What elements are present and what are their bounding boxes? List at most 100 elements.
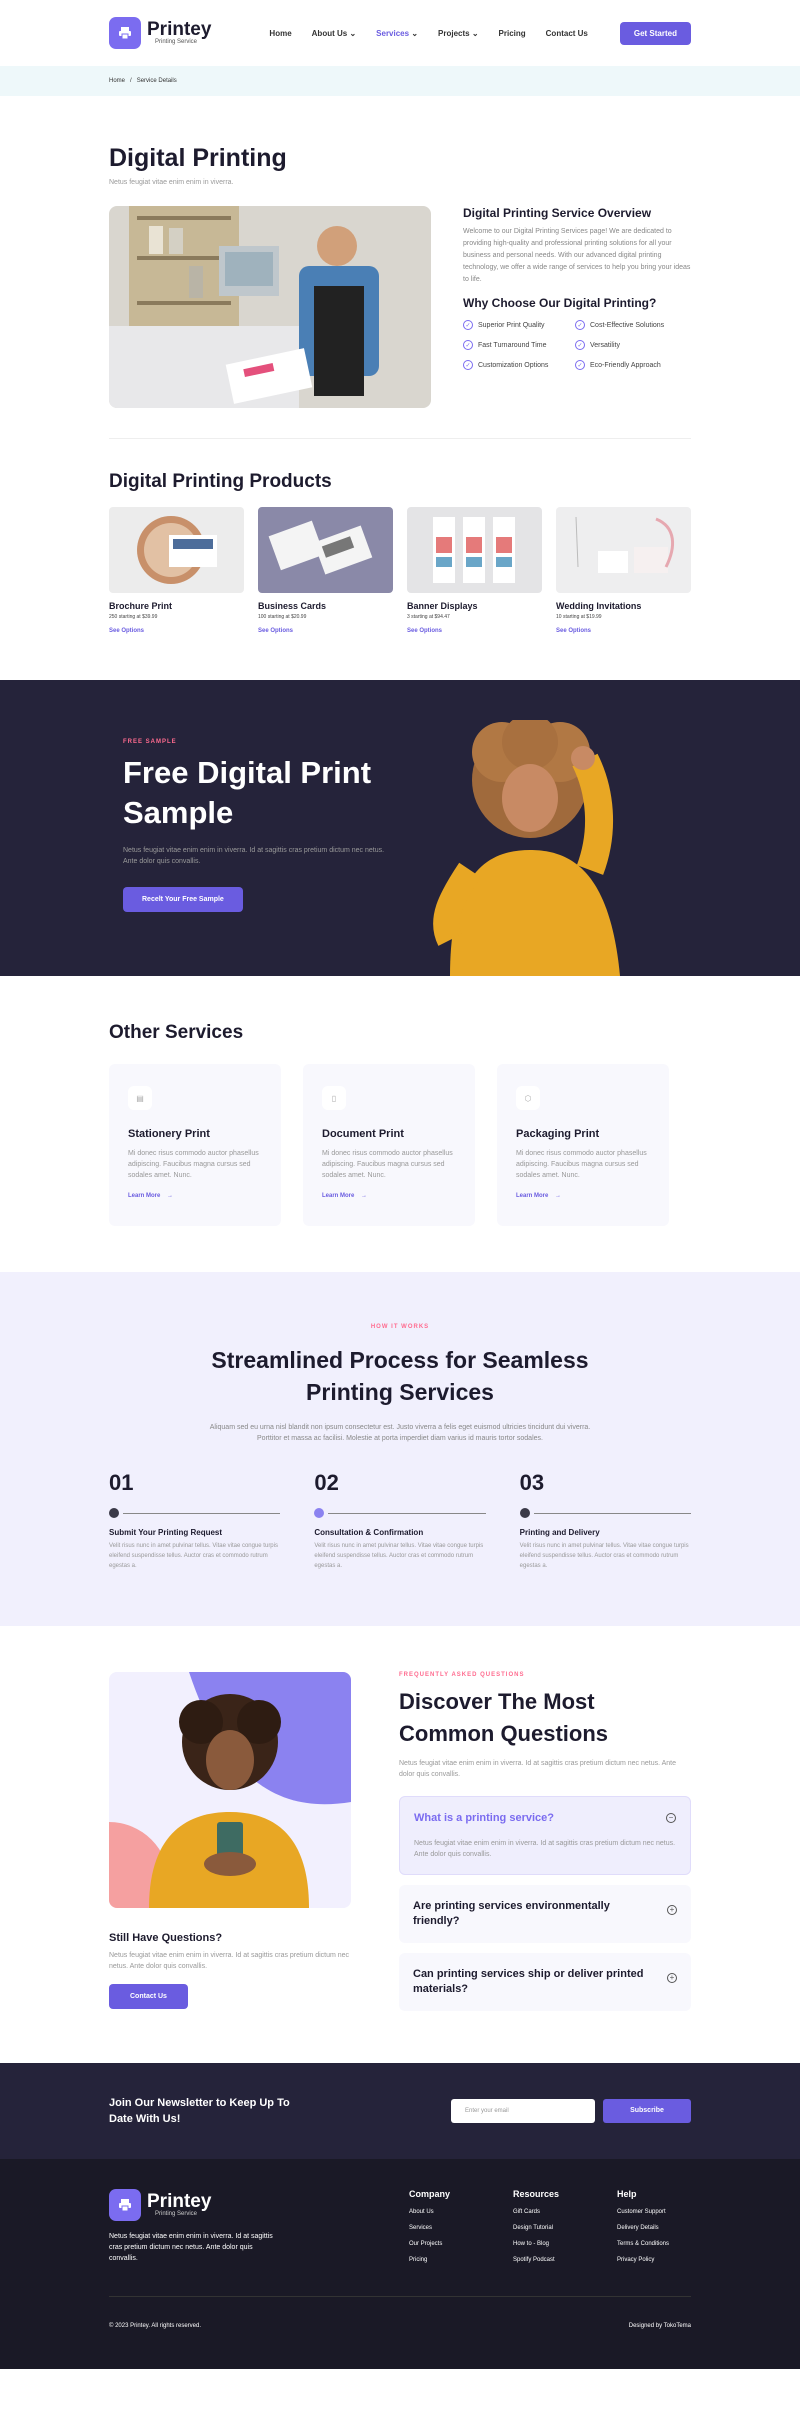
- step-number: 02: [314, 1470, 339, 1495]
- feature-list: ✓ Superior Print Quality ✓ Cost-Effective …: [463, 320, 691, 370]
- check-circle-icon: ✓: [463, 320, 473, 330]
- step-line: [328, 1512, 486, 1514]
- get-started-button[interactable]: Get Started: [619, 21, 691, 45]
- other-services-section: Other Services ▤ Stationery Print Mi don…: [109, 1022, 691, 1226]
- plus-circle-icon[interactable]: +: [667, 1973, 677, 1983]
- nav-home[interactable]: Home: [269, 29, 291, 38]
- footer-link[interactable]: Pricing: [409, 2257, 513, 2263]
- feature-label: Eco-Friendly Approach: [590, 361, 661, 369]
- subscribe-button[interactable]: Subscribe: [603, 2099, 691, 2123]
- learn-more-link[interactable]: Learn More →: [516, 1193, 650, 1199]
- other-services-title: Other Services: [109, 1022, 244, 1043]
- nav-projects[interactable]: Projects ⌄: [438, 29, 479, 38]
- footer-logo[interactable]: Printey Printing Service: [109, 2189, 409, 2221]
- nav-about[interactable]: About Us ⌄: [312, 29, 357, 38]
- product-name: Banner Displays: [407, 601, 478, 611]
- check-circle-icon: ✓: [463, 360, 473, 370]
- banner-displays-image: [407, 507, 542, 593]
- footer-link[interactable]: Privacy Policy: [617, 2257, 691, 2263]
- surprised-woman-photo: [109, 1672, 351, 1908]
- footer-col-title: Help: [617, 2189, 637, 2199]
- step-number: 01: [109, 1470, 134, 1495]
- woman-photo: [433, 720, 620, 976]
- step-line: [533, 1512, 691, 1514]
- check-circle-icon: ✓: [575, 320, 585, 330]
- footer-link[interactable]: Services: [409, 2225, 513, 2231]
- footer-link[interactable]: About Us: [409, 2209, 513, 2215]
- learn-more-link[interactable]: Learn More →: [128, 1193, 262, 1199]
- see-options-link[interactable]: See Options: [109, 628, 244, 634]
- nav-services[interactable]: Services ⌄: [376, 29, 418, 38]
- product-list: Brochure Print 250 starting at $39.99 Se…: [109, 507, 691, 634]
- faq-section: Still Have Questions? Netus feugiat vita…: [109, 1672, 691, 2011]
- sample-title: Free Digital Print Sample: [123, 755, 372, 830]
- arrow-right-icon: →: [361, 1193, 368, 1199]
- footer-link[interactable]: Spotify Podcast: [513, 2257, 617, 2263]
- faq-item[interactable]: Can printing services ship or deliver pr…: [399, 1953, 691, 2011]
- free-sample-section: FREE SAMPLE Free Digital Print Sample Ne…: [0, 680, 800, 976]
- learn-more-link[interactable]: Learn More →: [322, 1193, 456, 1199]
- products-title: Digital Printing Products: [109, 471, 332, 492]
- feature-item: ✓ Customization Options: [463, 360, 575, 370]
- email-field[interactable]: Enter your email: [451, 2099, 595, 2123]
- nav-contact[interactable]: Contact Us: [546, 29, 588, 38]
- service-card[interactable]: ▤ Stationery Print Mi donec risus commod…: [109, 1064, 281, 1226]
- feature-item: ✓ Versatility: [575, 340, 687, 350]
- faq-item[interactable]: What is a printing service? − Netus feug…: [399, 1796, 691, 1875]
- footer-link[interactable]: Our Projects: [409, 2241, 513, 2247]
- faq-question: Are printing services environmentally fr…: [413, 1900, 610, 1927]
- footer-link[interactable]: Gift Cards: [513, 2209, 617, 2215]
- feature-item: ✓ Fast Turnaround Time: [463, 340, 575, 350]
- copyright: © 2023 Printey. All rights reserved.: [109, 2323, 202, 2329]
- breadcrumb: Home / Service Details: [0, 66, 800, 96]
- learn-more-label: Learn More: [128, 1193, 161, 1199]
- service-card[interactable]: ⬡ Packaging Print Mi donec risus commodo…: [497, 1064, 669, 1226]
- footer-link[interactable]: Terms & Conditions: [617, 2241, 691, 2247]
- feature-item: ✓ Superior Print Quality: [463, 320, 575, 330]
- service-card[interactable]: ▯ Document Print Mi donec risus commodo …: [303, 1064, 475, 1226]
- service-name: Packaging Print: [516, 1128, 600, 1140]
- package-icon: ⬡: [516, 1086, 540, 1110]
- plus-circle-icon[interactable]: +: [667, 1905, 677, 1915]
- product-card[interactable]: Banner Displays 3 starting at $94.47 See…: [407, 507, 542, 634]
- overview-section: Digital Printing Service Overview Welcom…: [109, 206, 691, 408]
- step-dot: [314, 1508, 325, 1518]
- footer-link[interactable]: Customer Support: [617, 2209, 691, 2215]
- product-card[interactable]: Wedding Invitations 10 starting at $19.9…: [556, 507, 691, 634]
- nav-services-label: Services: [376, 28, 410, 38]
- faq-eyebrow: FREQUENTLY ASKED QUESTIONS: [399, 1672, 525, 1678]
- see-options-link[interactable]: See Options: [556, 628, 691, 634]
- process-text: Aliquam sed eu urna nisl blandit non ips…: [209, 1424, 591, 1442]
- nav-pricing[interactable]: Pricing: [499, 29, 526, 38]
- breadcrumb-home[interactable]: Home: [109, 78, 125, 84]
- logo[interactable]: Printey Printing Service: [109, 17, 211, 49]
- breadcrumb-separator: /: [130, 78, 132, 84]
- main-nav: Home About Us ⌄ Services ⌄ Projects ⌄ Pr…: [269, 29, 587, 38]
- see-options-link[interactable]: See Options: [258, 628, 393, 634]
- faq-item[interactable]: Are printing services environmentally fr…: [399, 1885, 691, 1943]
- footer-link[interactable]: Design Tutorial: [513, 2225, 617, 2231]
- still-questions-text: Netus feugiat vitae enim enim in viverra…: [109, 1952, 350, 1970]
- process-step: 01 Submit Your Printing Request Velit ri…: [109, 1470, 281, 1571]
- step-title: Consultation & Confirmation: [314, 1528, 424, 1537]
- feature-label: Customization Options: [478, 361, 549, 369]
- product-price: 250 starting at $39.99: [109, 614, 158, 620]
- see-options-link[interactable]: See Options: [407, 628, 542, 634]
- brand-name: Printey: [147, 2191, 212, 2212]
- minus-circle-icon[interactable]: −: [666, 1813, 676, 1823]
- contact-us-button[interactable]: Contact Us: [109, 1984, 188, 2009]
- faq-question: Can printing services ship or deliver pr…: [413, 1968, 644, 1995]
- printer-icon: [109, 17, 141, 49]
- footer-about: Netus feugiat vitae enim enim in viverra…: [109, 2233, 273, 2262]
- free-sample-button[interactable]: Recelt Your Free Sample: [123, 887, 243, 912]
- footer-col-resources: Resources Gift Cards Design Tutorial How…: [513, 2189, 617, 2264]
- product-name: Brochure Print: [109, 601, 173, 611]
- footer-link[interactable]: How to - Blog: [513, 2241, 617, 2247]
- footer-col-title: Company: [409, 2189, 451, 2199]
- service-name: Stationery Print: [128, 1128, 210, 1140]
- product-card[interactable]: Brochure Print 250 starting at $39.99 Se…: [109, 507, 244, 634]
- footer-link[interactable]: Delivery Details: [617, 2225, 691, 2231]
- product-card[interactable]: Business Cards 100 starting at $20.99 Se…: [258, 507, 393, 634]
- chevron-down-icon: ⌄: [349, 28, 357, 38]
- feature-label: Cost-Effective Solutions: [590, 321, 665, 329]
